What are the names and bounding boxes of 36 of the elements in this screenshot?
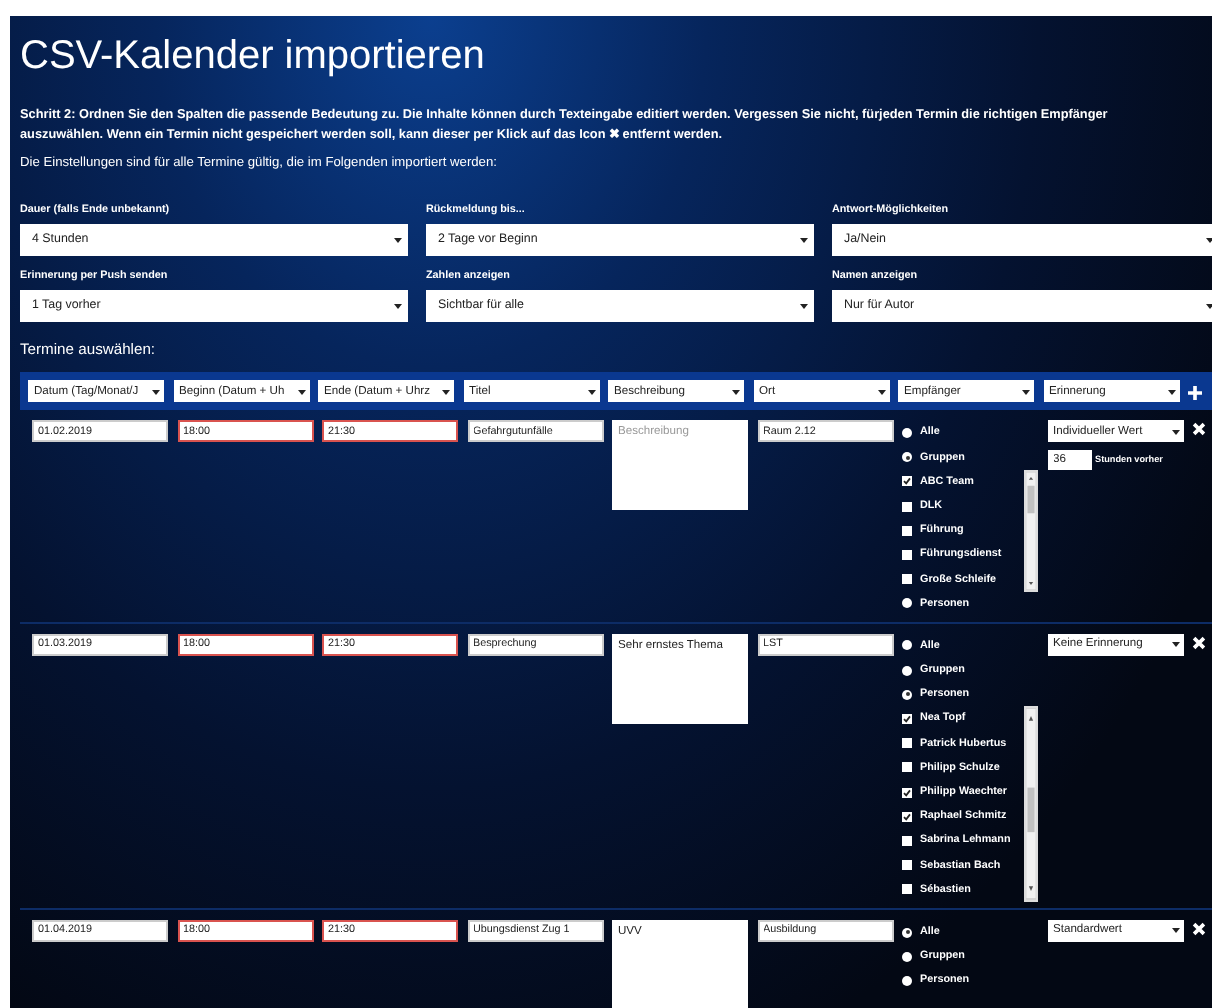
- radio-button[interactable]: [902, 951, 912, 962]
- radio-button[interactable]: [902, 689, 912, 700]
- radio-button[interactable]: [902, 665, 912, 676]
- caret-icon: [800, 301, 808, 310]
- radio-button[interactable]: [902, 927, 912, 937]
- checkbox[interactable]: [902, 811, 912, 822]
- checkbox[interactable]: [902, 476, 912, 487]
- caret-icon: [587, 387, 595, 396]
- caret-icon: [800, 235, 808, 244]
- radio-button[interactable]: [902, 427, 912, 438]
- add-icon[interactable]: [1188, 385, 1202, 400]
- delete-icon[interactable]: [1192, 635, 1206, 650]
- caret-icon: [1167, 387, 1175, 396]
- caret-icon: [1171, 926, 1179, 935]
- caret-icon: [1171, 427, 1179, 436]
- caret-icon: [297, 387, 305, 396]
- caret-icon: [442, 387, 450, 396]
- scrollbar-drawing: [1024, 469, 1038, 592]
- caret-icon: [732, 387, 740, 396]
- caret-icon: [394, 301, 402, 310]
- radio-button[interactable]: [902, 598, 912, 609]
- checkbox[interactable]: [902, 714, 912, 724]
- checkbox[interactable]: [902, 787, 912, 798]
- page-title: CSV-Kalender importieren: [20, 34, 487, 78]
- radio-button[interactable]: [902, 640, 912, 651]
- delete-icon[interactable]: [1192, 422, 1206, 437]
- radio-button[interactable]: [902, 975, 912, 986]
- caret-icon: [1171, 640, 1179, 649]
- delete-icon[interactable]: [1192, 921, 1206, 936]
- caret-icon: [877, 387, 885, 396]
- caret-icon: [1206, 301, 1212, 310]
- caret-icon: [394, 235, 402, 244]
- radio-button[interactable]: [902, 452, 912, 463]
- caret-icon: [1022, 387, 1030, 396]
- caret-icon: [152, 387, 160, 396]
- caret-icon: [1206, 235, 1212, 244]
